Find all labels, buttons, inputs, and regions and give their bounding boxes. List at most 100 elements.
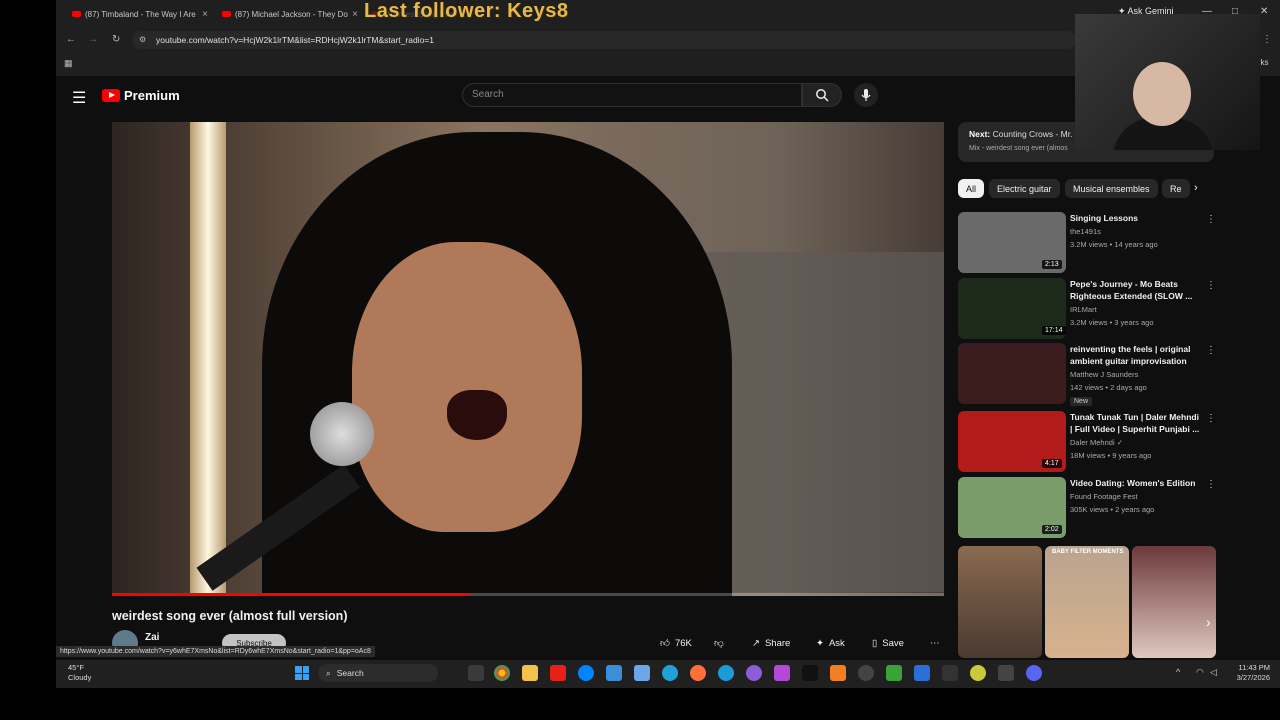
recommendation-channel: Matthew J Saunders [1070,370,1139,379]
chip-more[interactable]: Re [1162,179,1190,198]
recommendation-item[interactable]: 2:02 Video Dating: Women's Edition Found… [958,477,1218,539]
up-next-video-title: Counting Crows - Mr. [992,129,1073,139]
reload-icon[interactable]: ↻ [112,34,120,45]
webcam-person [1133,62,1191,126]
discord-icon[interactable] [1026,665,1042,681]
like-button[interactable]: 👍︎ 76K [660,632,692,654]
more-vertical-icon[interactable]: ⋮ [1206,413,1216,424]
recommendation-title: reinventing the feels | original ambient… [1070,344,1191,366]
video-progress-fill [112,593,470,596]
channel-name[interactable]: Zai [145,632,159,643]
app-icon[interactable] [886,665,902,681]
app-icon[interactable] [998,665,1014,681]
search-icon: ⌕ [326,667,331,678]
video-frame-microphone [310,402,374,466]
weather-widget[interactable]: 45°F Cloudy [68,663,91,683]
clock-time: 11:43 PM [1238,663,1270,672]
ask-label: Ask [828,637,845,649]
close-tab-icon[interactable]: × [202,9,208,20]
edge-icon[interactable] [662,665,678,681]
file-explorer-icon[interactable] [522,665,538,681]
messenger-icon[interactable] [578,665,594,681]
windows-start-icon[interactable] [295,666,309,680]
menu-icon[interactable]: ☰ [72,88,86,108]
search-input[interactable] [462,83,802,107]
short-label: BABY FILTER MOMENTS [1052,549,1124,555]
chevron-right-icon[interactable]: › [1206,614,1211,630]
chrome-icon[interactable] [494,665,510,681]
recommendation-item[interactable]: reinventing the feels | original ambient… [958,343,1218,406]
apps-grid-icon[interactable]: ▦ [64,58,73,69]
recommendation-meta: 3.2M views • 14 years ago [1070,240,1158,249]
more-vertical-icon[interactable]: ⋮ [1206,479,1216,490]
more-vertical-icon[interactable]: ⋮ [1206,345,1216,356]
url-text: youtube.com/watch?v=HcjW2k1lrTM&list=RDH… [156,35,434,45]
more-vertical-icon[interactable]: ⋮ [1206,214,1216,225]
short-thumbnail[interactable] [1045,546,1129,658]
chip-all[interactable]: All [958,179,985,198]
browser-tab[interactable]: (87) Timbaland - The Way I Are × [66,4,214,24]
chevron-right-icon[interactable]: › [1194,182,1198,194]
forward-icon[interactable]: → [88,34,98,45]
app-icon[interactable] [914,665,930,681]
dislike-button[interactable]: 👎︎ [714,632,724,654]
chip-electric-guitar[interactable]: Electric guitar [989,179,1060,198]
app-icon[interactable] [858,665,874,681]
save-button[interactable]: ▯ Save [872,632,904,654]
task-view-icon[interactable] [468,665,484,681]
wifi-icon[interactable]: ◠ [1196,667,1204,678]
firefox-icon[interactable] [690,665,706,681]
recommendation-item[interactable]: 17:14 Pepe's Journey - Mo Beats Righteou… [958,278,1218,340]
youtube-app-icon[interactable] [550,665,566,681]
up-next-prefix: Next: [969,129,991,139]
video-frame-light [190,122,226,596]
taskbar-search-label: Search [336,668,364,678]
volume-icon[interactable]: ◁ [1210,667,1217,678]
weather-condition: Cloudy [68,673,92,682]
site-info-icon[interactable]: ⚙ [139,35,146,44]
video-frame-singer-face [352,242,582,532]
close-window-icon[interactable]: ✕ [1260,6,1268,17]
app-icon[interactable] [774,665,790,681]
app-icon[interactable] [746,665,762,681]
tab-label: (87) Timbaland - The Way I Are [85,9,196,19]
video-duration: 4:17 [1042,459,1062,468]
like-count: 76K [674,637,692,649]
more-vertical-icon[interactable]: ⋮ [1206,280,1216,291]
browser-menu-icon[interactable]: ⋮ [1262,34,1272,45]
ask-button[interactable]: ✦ Ask [816,632,845,654]
recommendation-title: Video Dating: Women's Edition [1070,478,1196,488]
search-button[interactable] [802,83,842,107]
recommendation-meta: 3.2M views • 3 years ago [1070,318,1154,327]
close-tab-icon[interactable]: × [352,9,358,20]
back-icon[interactable]: ← [66,34,76,45]
youtube-logo[interactable]: Premium [102,88,180,103]
save-label: Save [882,637,904,649]
taskbar-search[interactable]: ⌕ Search [318,664,438,682]
tray-chevron-icon[interactable]: ^ [1176,667,1180,677]
app-icon[interactable] [802,665,818,681]
share-button[interactable]: ↗ Share [752,632,790,654]
app-icon[interactable] [970,665,986,681]
short-thumbnail[interactable] [1132,546,1216,658]
app-icon[interactable] [718,665,734,681]
short-thumbnail[interactable] [958,546,1042,658]
chip-musical-ensembles[interactable]: Musical ensembles [1065,179,1158,198]
webcam-overlay [1075,14,1260,150]
recommendation-item[interactable]: 4:17 Tunak Tunak Tun | Daler Mehndi | Fu… [958,411,1218,473]
browser-tab[interactable]: (87) Michael Jackson - They Do × [216,4,364,24]
recommendation-item[interactable]: 2:13 Singing Lessons the1491s 3.2M views… [958,212,1218,274]
voice-search-button[interactable] [854,83,878,107]
thumbs-up-icon: 👍︎ [660,638,670,649]
video-player[interactable] [112,122,944,596]
recommendation-meta: 142 views • 2 days ago [1070,383,1147,392]
video-frame-singer-mouth [447,390,507,440]
recommendation-meta: 18M views • 9 years ago [1070,451,1152,460]
store-icon[interactable] [606,665,622,681]
copilot-icon[interactable] [634,665,650,681]
app-icon[interactable] [830,665,846,681]
clock[interactable]: 11:43 PM 3/27/2026 [1224,663,1270,683]
up-next-subtitle: Mix - weirdest song ever (almos [969,145,1068,152]
app-icon[interactable] [942,665,958,681]
more-actions-button[interactable]: ⋯ [930,632,940,654]
